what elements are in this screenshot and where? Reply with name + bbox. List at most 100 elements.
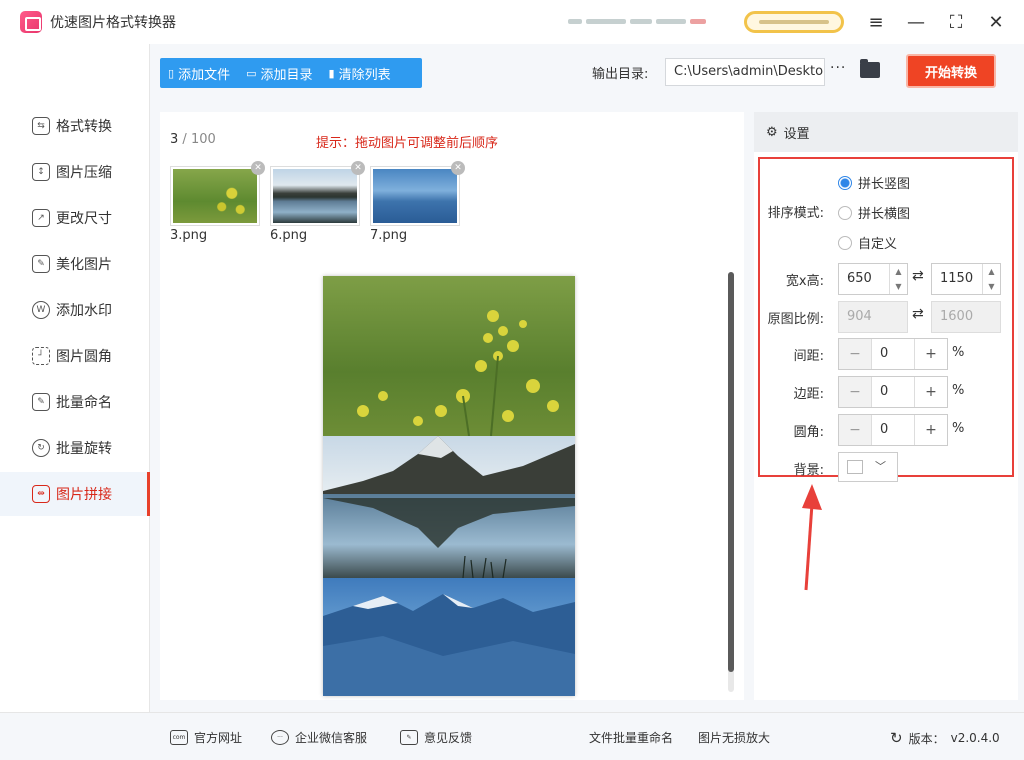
file-count-separator: / [178, 132, 191, 147]
corner-label: 圆角: [793, 425, 824, 440]
sidebar-item-label: 批量旋转 [56, 441, 112, 457]
mountains-thumbnail [373, 169, 457, 223]
beautify-icon: ✎ [32, 255, 50, 273]
radio-vertical[interactable]: 拼长竖图 [838, 173, 910, 192]
menu-icon[interactable]: ≡ [864, 10, 888, 34]
swap-size-icon[interactable]: ⇄ [912, 268, 924, 284]
wechat-service-link[interactable]: ··· 企业微信客服 [271, 729, 367, 746]
plus-icon[interactable]: + [915, 377, 947, 407]
title-bar: 优速图片格式转换器 ≡ — ⛶ ✕ [0, 0, 1024, 44]
website-link[interactable]: com 官方网址 [170, 729, 242, 746]
minimize-icon[interactable]: — [904, 10, 928, 34]
percent-unit: % [952, 345, 965, 360]
file-actions-group: ▯ 添加文件 ▭ 添加目录 ▮ 清除列表 [160, 58, 422, 88]
thumbnail-item[interactable]: ✕ [370, 161, 465, 226]
thumbnail-item[interactable]: ✕ [170, 161, 265, 226]
corner-value[interactable]: 0 [871, 415, 915, 445]
width-input[interactable]: 650 ▲ ▼ [838, 263, 908, 295]
radio-horizontal[interactable]: 拼长横图 [838, 203, 910, 222]
sidebar-item-watermark[interactable]: W 添加水印 [0, 288, 150, 332]
remove-icon[interactable]: ✕ [451, 161, 465, 175]
sidebar-item-resize[interactable]: ↗ 更改尺寸 [0, 196, 150, 240]
spin-arrows-icon[interactable]: ▲ ▼ [889, 264, 907, 294]
output-dir-input[interactable]: C:\Users\admin\Desktop [665, 58, 825, 86]
maximize-icon[interactable]: ⛶ [944, 10, 968, 34]
lossless-enlarge-link[interactable]: 图片无损放大 [698, 729, 770, 746]
plus-icon[interactable]: + [915, 415, 947, 445]
gear-icon: ⚙ [766, 124, 778, 140]
sidebar-item-label: 添加水印 [56, 303, 112, 319]
color-swatch [847, 460, 863, 474]
batch-rename-label: 文件批量重命名 [589, 731, 674, 745]
annotation-arrow-icon [802, 484, 822, 591]
start-convert-button[interactable]: 开始转换 [906, 54, 996, 88]
spacing-value[interactable]: 0 [871, 339, 915, 369]
sidebar-item-rename[interactable]: ✎ 批量命名 [0, 380, 150, 424]
file-count: 3 / 100 [170, 132, 216, 147]
sidebar-item-stitch[interactable]: ⇹ 图片拼接 [0, 472, 150, 516]
radio-label: 拼长竖图 [858, 177, 911, 192]
feedback-label: 意见反馈 [424, 731, 473, 745]
drag-hint: 提示：拖动图片可调整前后顺序 [316, 136, 499, 151]
version-label: 版本： [908, 731, 945, 746]
percent-unit: % [952, 383, 965, 398]
minus-icon[interactable]: − [839, 415, 871, 445]
remove-icon[interactable]: ✕ [351, 161, 365, 175]
spacing-stepper[interactable]: −0 + [838, 338, 948, 370]
app-logo-icon [20, 11, 42, 33]
folder-icon[interactable] [860, 59, 880, 78]
plus-icon[interactable]: + [915, 339, 947, 369]
spin-arrows-icon[interactable]: ▲ ▼ [982, 264, 1000, 294]
add-file-button[interactable]: ▯ 添加文件 [160, 58, 238, 88]
add-folder-button[interactable]: ▭ 添加目录 [238, 58, 320, 88]
thumbnail-filename: 6.png [270, 228, 308, 243]
radio-custom[interactable]: 自定义 [838, 233, 897, 252]
sidebar-item-label: 批量命名 [56, 395, 112, 411]
radio-label: 自定义 [858, 237, 898, 252]
clear-list-button[interactable]: ▮ 清除列表 [321, 58, 399, 88]
swap-ratio-icon: ⇄ [912, 306, 924, 322]
scrollbar-thumb[interactable] [728, 272, 734, 672]
radio-label: 拼长横图 [858, 207, 911, 222]
margin-stepper[interactable]: −0 + [838, 376, 948, 408]
preview-image [323, 276, 575, 696]
settings-header: ⚙ 设置 [754, 112, 1018, 152]
thumbnail-filename: 7.png [370, 228, 408, 243]
app-title: 优速图片格式转换器 [50, 15, 176, 31]
sidebar-item-label: 图片压缩 [56, 165, 112, 181]
sidebar-item-round-corner[interactable]: ┘ 图片圆角 [0, 334, 150, 378]
remove-icon[interactable]: ✕ [251, 161, 265, 175]
batch-rename-link[interactable]: 文件批量重命名 [589, 729, 673, 746]
ratio-width-value: 904 [847, 309, 872, 324]
more-options-button[interactable]: ··· [830, 60, 846, 76]
minus-icon[interactable]: − [839, 339, 871, 369]
watermark-icon: W [32, 301, 50, 319]
resize-icon: ↗ [32, 209, 50, 227]
margin-value[interactable]: 0 [871, 377, 915, 407]
background-color-select[interactable]: ﹀ [838, 452, 898, 482]
thumbnail-item[interactable]: ✕ [270, 161, 365, 226]
account-badge[interactable] [744, 11, 844, 33]
toolbar: ▯ 添加文件 ▭ 添加目录 ▮ 清除列表 输出目录: C:\Users\admin\D… [150, 44, 1024, 102]
clear-list-label: 清除列表 [338, 67, 391, 83]
refresh-icon: ↻ [890, 729, 903, 747]
close-icon[interactable]: ✕ [984, 10, 1008, 34]
minus-icon[interactable]: − [839, 377, 871, 407]
sidebar-item-beautify[interactable]: ✎ 美化图片 [0, 242, 150, 286]
spacing-label: 间距: [793, 349, 824, 364]
sidebar-item-label: 更改尺寸 [56, 211, 112, 227]
corner-stepper[interactable]: −0 + [838, 414, 948, 446]
lossless-label: 图片无损放大 [698, 731, 771, 745]
percent-unit: % [952, 421, 965, 436]
preview-scrollbar[interactable] [728, 272, 734, 692]
version-info[interactable]: ↻ 版本： v2.0.4.0 [890, 729, 1000, 747]
height-input[interactable]: 1150 ▲ ▼ [931, 263, 1001, 295]
sidebar-item-compress[interactable]: ↕ 图片压缩 [0, 150, 150, 194]
sidebar-item-rotate[interactable]: ↻ 批量旋转 [0, 426, 150, 470]
radio-dot [838, 175, 852, 190]
feedback-link[interactable]: ✎ 意见反馈 [400, 729, 472, 746]
ratio-width-input: 904 [838, 301, 908, 333]
web-icon: com [170, 730, 188, 745]
sidebar-item-format-convert[interactable]: ⇆ 格式转换 [0, 104, 150, 148]
margin-label: 边距: [793, 387, 824, 402]
